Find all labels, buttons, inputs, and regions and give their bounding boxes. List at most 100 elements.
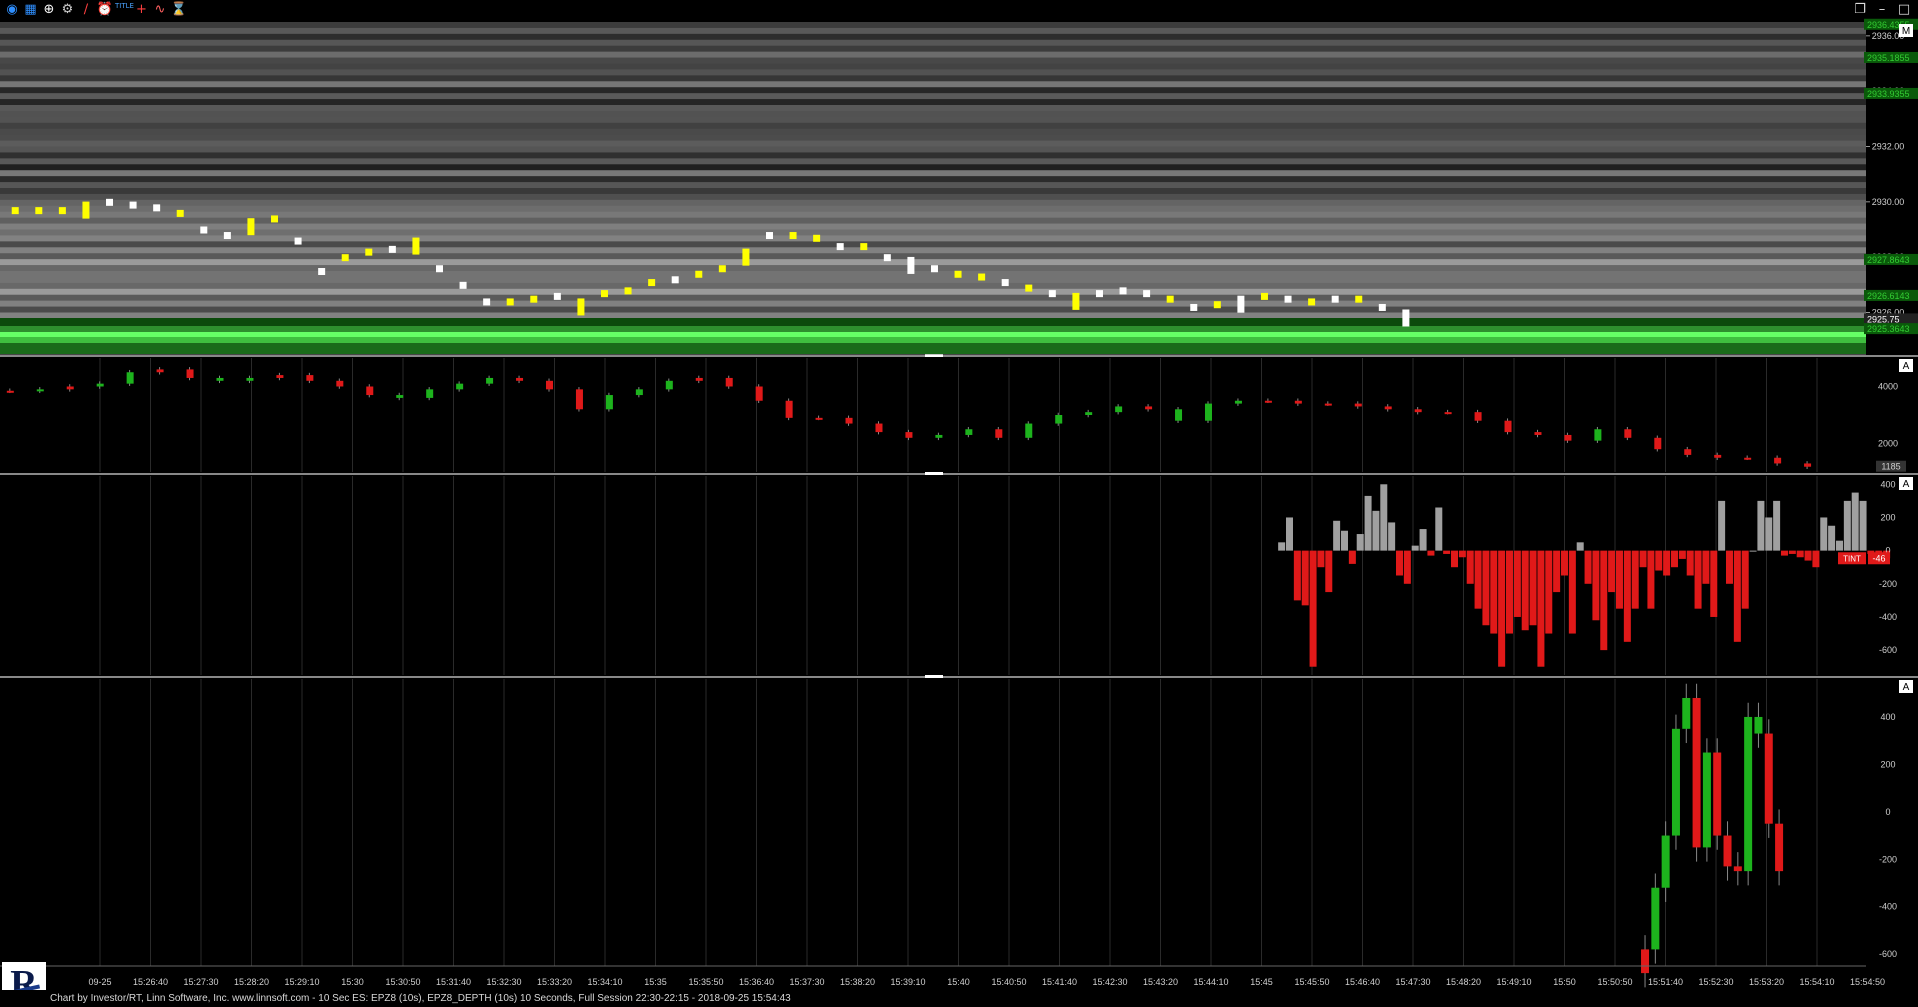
price-candle [1175,409,1183,421]
delta-bar [1458,550,1466,558]
time-tick-label: 15:43:20 [1143,977,1178,987]
delta-bar [1702,550,1710,584]
delta-tick-label: -600 [1879,645,1897,655]
depth-heatmap-row [0,33,1866,41]
delta-bar [1631,550,1639,609]
price-candle [396,395,404,398]
price-axis-gutter [1866,22,1918,990]
time-tick-label: 15:48:20 [1446,977,1481,987]
price-candle [815,417,823,420]
price-bar [1284,295,1292,303]
delta-bar [1380,484,1388,551]
delta-bar [1796,550,1804,558]
time-tick-label: 15:33:20 [537,977,572,987]
depth-heatmap-row [0,259,1866,266]
time-tick-label: 15:51:40 [1648,977,1683,987]
depth-heatmap-row [0,223,1866,230]
delta-tick-label: -400 [1879,612,1897,622]
pane-mode-label: A [1903,682,1910,693]
price-bar [1025,284,1033,292]
price-candle [516,377,524,381]
time-tick-label: 15:42:30 [1092,977,1127,987]
depth-heatmap-row [0,51,1866,59]
price-tick-label: 2930.00 [1872,197,1905,207]
depth-heatmap-row [0,99,1866,106]
delta-bar [1443,550,1451,554]
price-candle [366,386,374,396]
price-bar [1260,292,1268,300]
time-tick-label: 15:53:20 [1749,977,1784,987]
price-candle [486,377,494,384]
chart-canvas[interactable]: 2936.002934.002932.002930.002928.002926.… [0,0,1918,990]
delta-bar [1490,550,1498,634]
price-bar [459,281,467,289]
depth-heatmap-row [0,57,1866,64]
price-level-label: 2926.6143 [1867,291,1910,301]
price-bar [1143,290,1151,298]
depth-heatmap-row [0,241,1866,248]
cumdelta-tick-label: -600 [1879,949,1897,959]
delta-bar [1301,550,1309,606]
delta-bar [1804,550,1812,561]
delta-bar [1647,550,1655,609]
price-bar [1355,295,1363,303]
price-candle [426,389,434,398]
price-level-label: 2925.75 [1867,314,1900,324]
depth-heatmap-row [0,217,1866,225]
delta-bar [1317,550,1325,568]
price-candle [1804,463,1812,467]
price-bar [1378,303,1386,311]
footer-caption: Chart by Investor/RT, Linn Software, Inc… [50,993,791,1004]
delta-bar [1474,550,1482,609]
depth-heatmap-row [0,253,1866,260]
price-bar [813,234,821,242]
time-tick-label: 15:31:40 [436,977,471,987]
depth-heatmap-row [0,63,1866,70]
depth-heatmap-row [0,188,1866,195]
price-bar [860,243,868,251]
delta-bar [1725,550,1733,584]
delta-bar [1521,550,1529,631]
delta-bar [1427,550,1435,556]
price-candle [1085,412,1093,415]
price-level-label: 2935.1855 [1867,53,1910,63]
price-bar [907,256,915,274]
price-bar [978,273,986,281]
depth-heatmap-row [0,122,1866,130]
depth-heatmap-row [0,170,1866,177]
delta-bar [1396,550,1403,576]
delta-bar [1545,550,1553,634]
delta-bar [1600,550,1608,651]
pane-mode-label: M [1902,26,1910,37]
time-tick-label: 15:35:50 [688,977,723,987]
depth-heatmap-row [0,229,1866,236]
depth-heatmap-row [0,93,1866,100]
delta-bar [1482,550,1490,626]
depth-heatmap-row [0,164,1866,171]
price-bar [624,287,632,295]
price-bar [836,243,844,251]
price-candle [575,389,583,410]
depth-heatmap-row [0,176,1866,183]
depth-heatmap-row [0,306,1866,313]
price-bar [718,265,726,273]
price-candle [246,377,254,381]
price-candle [1624,429,1632,438]
time-tick-label: 15:54:50 [1850,977,1885,987]
delta-bar [1568,550,1576,634]
price-bar [388,245,396,253]
price-bar [1095,290,1103,298]
price-bar [223,232,231,240]
delta-bar [1623,550,1631,642]
price-bar [789,232,797,240]
delta-bar [1820,517,1828,551]
price-candle [1654,437,1662,450]
time-tick-label: 15:30 [341,977,364,987]
delta-bar [1505,550,1513,634]
depth-heatmap-row [0,294,1866,302]
price-candle [126,372,134,384]
price-bar [695,270,703,278]
price-candle [1324,403,1332,406]
depth-heatmap-row [0,276,1866,284]
delta-bar [1403,550,1411,584]
